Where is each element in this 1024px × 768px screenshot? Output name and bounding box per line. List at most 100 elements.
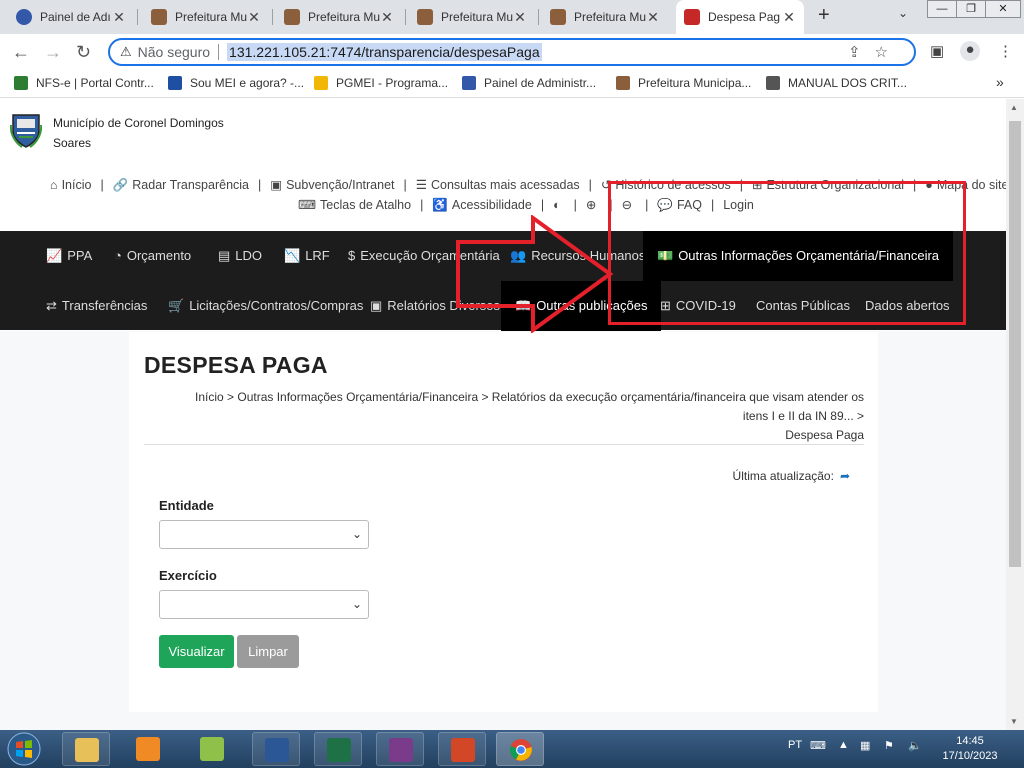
- volume-icon[interactable]: 🔈: [908, 739, 922, 752]
- visualize-button[interactable]: Visualizar: [159, 635, 234, 668]
- municipality-name[interactable]: Município de Coronel Domingos Soares: [53, 113, 233, 153]
- taskbar-media-player[interactable]: [124, 732, 172, 766]
- wheelchair-icon: ♿: [432, 198, 448, 212]
- bookmark-label: NFS-e | Portal Contr...: [36, 76, 154, 90]
- address-divider: [218, 44, 220, 60]
- entity-select[interactable]: ⌄: [159, 520, 369, 549]
- share-and-bookmark-icons[interactable]: ⇪☆: [848, 43, 902, 61]
- address-bar[interactable]: ⚠ Não seguro 131.221.105.21:7474/transpa…: [108, 38, 916, 66]
- menu-item-licitacoes-contratos-compras[interactable]: 🛒 Licitações/Contratos/Compras: [154, 281, 377, 331]
- tab-title: Prefeitura Mu: [574, 10, 646, 24]
- tab-close-icon[interactable]: ✕: [513, 9, 527, 26]
- year-select[interactable]: ⌄: [159, 590, 369, 619]
- tab-title: Prefeitura Mu: [175, 10, 247, 24]
- contrast-icon: ◐: [553, 198, 561, 212]
- link-divider: |: [100, 178, 104, 192]
- content-panel: DESPESA PAGA Início > Outras Informações…: [129, 332, 878, 712]
- toplink-subvencao-intranet[interactable]: ▣ Subvenção/Intranet: [270, 177, 394, 192]
- keyboard-icon[interactable]: ⌨: [810, 739, 826, 752]
- minimize-button[interactable]: —: [927, 0, 957, 18]
- toplink-label: Acessibilidade: [451, 198, 532, 212]
- url-text[interactable]: 131.221.105.21:7474/transparencia/despes…: [227, 43, 542, 61]
- page-scrollbar[interactable]: ▲ ▼: [1006, 99, 1024, 730]
- tab-close-icon[interactable]: ✕: [112, 9, 126, 26]
- menu-item-lrf[interactable]: 📉 LRF: [270, 231, 344, 281]
- browser-tab[interactable]: Painel de Adı ✕: [8, 0, 134, 34]
- tab-search-icon[interactable]: ⌄: [898, 6, 908, 20]
- tab-close-icon[interactable]: ✕: [247, 9, 261, 26]
- clear-button[interactable]: Limpar: [237, 635, 299, 668]
- municipality-coat-of-arms-icon[interactable]: [10, 111, 42, 149]
- taskbar-app[interactable]: [188, 732, 236, 766]
- security-label[interactable]: Não seguro: [138, 44, 210, 60]
- forward-icon[interactable]: →: [44, 42, 62, 63]
- menu-item-ldo[interactable]: ▤ LDO: [204, 231, 276, 281]
- tab-close-icon[interactable]: ✕: [380, 9, 394, 26]
- toplink-radar-transparencia[interactable]: 🔗 Radar Transparência: [113, 178, 249, 193]
- toplink-contrast-icon[interactable]: ◐: [553, 198, 565, 212]
- taskbar-explorer[interactable]: [62, 732, 110, 766]
- windows-start-icon[interactable]: [4, 730, 44, 768]
- browser-tab[interactable]: Prefeitura Mu ✕: [276, 0, 402, 34]
- star-icon[interactable]: ☆: [875, 44, 902, 61]
- menu-item-orcamento[interactable]: ◔ Orçamento: [100, 231, 205, 281]
- bookmarks-overflow-icon[interactable]: »: [996, 74, 1004, 90]
- windows-taskbar: PT ⌨ ▲ ▦ ⚑ 🔈 14:45 17/10/2023: [0, 730, 1024, 768]
- action-center-icon[interactable]: ⚑: [884, 739, 894, 752]
- bookmark-sou-mei-e-agora[interactable]: Sou MEI e agora? -...: [168, 76, 304, 90]
- taskbar-chrome[interactable]: [496, 732, 544, 766]
- network-icon[interactable]: ▦: [860, 739, 870, 752]
- zoom-in-icon: ⊕: [585, 198, 597, 212]
- bookmark-painel-de-administr[interactable]: Painel de Administr...: [462, 76, 596, 90]
- scroll-up-icon[interactable]: ▲: [1010, 103, 1018, 112]
- toplink-label: Subvenção/Intranet: [286, 178, 395, 192]
- tab-close-icon[interactable]: ✕: [782, 9, 796, 26]
- menu-item-label: PPA: [67, 248, 93, 263]
- exchange-icon: ⇄: [46, 298, 57, 313]
- browser-tab[interactable]: Prefeitura Mu ✕: [542, 0, 668, 34]
- scroll-down-icon[interactable]: ▼: [1010, 717, 1018, 726]
- tab-title: Painel de Adı: [40, 10, 111, 24]
- taskbar-word[interactable]: [252, 732, 300, 766]
- list-icon: ☰: [415, 178, 427, 192]
- restore-button[interactable]: ❐: [956, 0, 986, 18]
- bookmark-nfs-e-portal-contr[interactable]: NFS-e | Portal Contr...: [14, 76, 154, 90]
- bookmark-prefeitura-municipa[interactable]: Prefeitura Municipa...: [616, 76, 751, 90]
- tray-up-icon[interactable]: ▲: [838, 739, 849, 751]
- bookmark-pgmei-programa[interactable]: PGMEI - Programa...: [314, 76, 448, 90]
- breadcrumb-path[interactable]: Início > Outras Informações Orçamentária…: [169, 388, 864, 426]
- side-panel-icon[interactable]: ▣: [930, 42, 944, 60]
- back-icon[interactable]: ←: [12, 42, 30, 63]
- browser-tab[interactable]: Prefeitura Mu ✕: [143, 0, 269, 34]
- browser-tab[interactable]: Prefeitura Mu ✕: [409, 0, 535, 34]
- close-window-button[interactable]: ✕: [985, 0, 1021, 18]
- tab-close-icon[interactable]: ✕: [646, 9, 660, 26]
- bookmark-label: PGMEI - Programa...: [336, 76, 449, 90]
- taskbar-onenote[interactable]: [376, 732, 424, 766]
- toplink-zoom-in-icon[interactable]: ⊕: [586, 197, 600, 212]
- toplink-inicio[interactable]: ⌂ Início: [50, 178, 91, 192]
- menu-item-transferencias[interactable]: ⇄ Transferências: [32, 281, 161, 331]
- taskbar-excel[interactable]: [314, 732, 362, 766]
- toplink-acessibilidade[interactable]: ♿ Acessibilidade: [432, 198, 532, 213]
- share-icon[interactable]: ⇪: [848, 44, 875, 61]
- taskbar-powerpoint[interactable]: [438, 732, 486, 766]
- browser-tab[interactable]: Despesa Pag ✕: [676, 0, 804, 34]
- toplink-teclas-de-atalho[interactable]: ⌨ Teclas de Atalho: [298, 197, 411, 212]
- new-tab-button[interactable]: +: [818, 4, 830, 27]
- entity-label: Entidade: [159, 498, 214, 513]
- profile-avatar-icon[interactable]: ●: [960, 41, 980, 61]
- pie-chart-icon: ◔: [114, 248, 122, 263]
- language-indicator[interactable]: PT: [788, 739, 802, 751]
- bookmark-manual-dos-crit[interactable]: MANUAL DOS CRIT...: [766, 76, 907, 90]
- share-arrow-icon[interactable]: ➦: [840, 469, 850, 483]
- warning-icon[interactable]: ⚠: [120, 44, 132, 60]
- annotation-highlight-box: [608, 181, 966, 325]
- menu-item-ppa[interactable]: 📈 PPA: [32, 231, 106, 281]
- scrollbar-thumb[interactable]: [1009, 121, 1021, 567]
- reload-icon[interactable]: ↻: [76, 42, 91, 63]
- menu-item-label: Transferências: [61, 298, 148, 313]
- system-clock[interactable]: 14:45 17/10/2023: [940, 734, 1000, 764]
- toplink-consultas-mais-acessadas[interactable]: ☰ Consultas mais acessadas: [416, 177, 580, 192]
- menu-kebab-icon[interactable]: ⋮: [998, 42, 1013, 60]
